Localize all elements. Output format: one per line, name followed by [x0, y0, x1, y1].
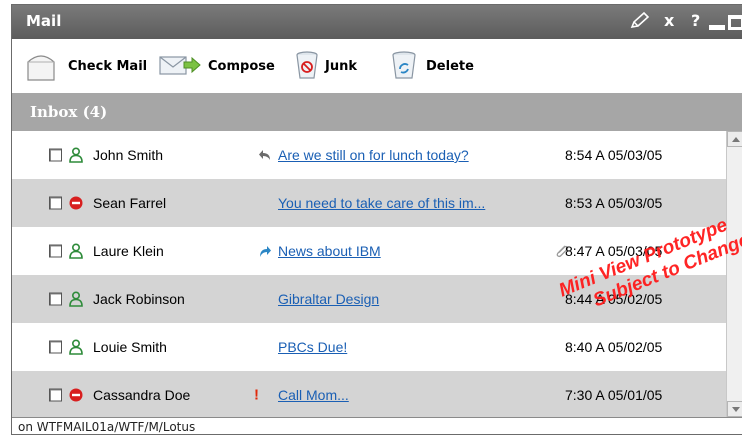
received-time: 8:54 A 05/03/05	[565, 147, 663, 163]
select-checkbox[interactable]	[49, 340, 62, 354]
vertical-scrollbar[interactable]	[726, 131, 742, 417]
select-checkbox[interactable]	[49, 388, 62, 402]
message-row[interactable]: Laure Klein News about IBM 8:47 A 05/03/…	[12, 227, 726, 275]
message-list: John Smith Are we still on for lunch tod…	[12, 131, 726, 417]
help-icon[interactable]: ?	[691, 11, 700, 31]
mailbox-icon	[26, 48, 56, 85]
maximize-icon[interactable]	[728, 15, 742, 30]
sender-name: Louie Smith	[93, 339, 167, 355]
junk-button[interactable]: Junk	[295, 39, 357, 93]
junk-label: Junk	[325, 58, 357, 74]
minimize-icon[interactable]	[709, 25, 725, 30]
delete-button[interactable]: Delete	[390, 39, 474, 93]
delete-label: Delete	[426, 58, 474, 74]
select-checkbox[interactable]	[49, 292, 62, 306]
received-time: 8:47 A 05/03/05	[565, 243, 663, 259]
message-row[interactable]: Sean Farrel You need to take care of thi…	[12, 179, 726, 227]
message-row[interactable]: Jack Robinson Gibraltar Design 8:44 A 05…	[12, 275, 726, 323]
select-checkbox[interactable]	[49, 148, 62, 162]
message-subject-link[interactable]: Are we still on for lunch today?	[278, 147, 469, 163]
received-time: 8:44 A 05/02/05	[565, 291, 663, 307]
received-time: 8:53 A 05/03/05	[565, 195, 663, 211]
person-online-icon	[68, 339, 84, 355]
do-not-disturb-icon	[68, 195, 84, 211]
sender-name: Sean Farrel	[93, 195, 167, 211]
toolbar: Check Mail Compose Junk Delete	[12, 39, 742, 93]
message-row[interactable]: Cassandra Doe ! Call Mom... 7:30 A 05/01…	[12, 371, 726, 417]
check-mail-button[interactable]: Check Mail	[26, 39, 147, 93]
do-not-disturb-icon	[68, 387, 84, 403]
status-bar: on WTFMAIL01a/WTF/M/Lotus	[12, 417, 742, 434]
compose-button[interactable]: Compose	[158, 39, 275, 93]
received-time: 7:30 A 05/01/05	[565, 387, 663, 403]
message-subject-link[interactable]: News about IBM	[278, 243, 381, 259]
select-checkbox[interactable]	[49, 244, 62, 258]
compose-label: Compose	[208, 58, 275, 74]
check-mail-label: Check Mail	[68, 58, 148, 74]
sender-name: Laure Klein	[93, 243, 164, 259]
select-checkbox[interactable]	[49, 196, 62, 210]
recycle-bin-icon	[390, 50, 420, 83]
sender-name: Jack Robinson	[93, 291, 185, 307]
forward-arrow-icon	[258, 244, 272, 258]
received-time: 8:40 A 05/02/05	[565, 339, 663, 355]
edit-pencil-icon[interactable]	[629, 11, 651, 31]
person-online-icon	[68, 147, 84, 163]
message-subject-link[interactable]: Gibraltar Design	[278, 291, 379, 307]
sender-name: John Smith	[93, 147, 164, 163]
scroll-up-icon[interactable]	[727, 131, 742, 147]
person-online-icon	[68, 291, 84, 307]
scroll-down-icon[interactable]	[727, 401, 742, 417]
message-row[interactable]: John Smith Are we still on for lunch tod…	[12, 131, 726, 179]
mail-window: Mail x ? Check Mail Compose Junk Delete …	[11, 4, 742, 435]
message-subject-link[interactable]: Call Mom...	[278, 387, 349, 403]
person-online-icon	[68, 243, 84, 259]
junk-bin-icon	[295, 50, 319, 83]
reply-arrow-icon	[258, 148, 272, 162]
compose-envelope-icon	[158, 53, 202, 80]
message-subject-link[interactable]: You need to take care of this im...	[278, 195, 485, 211]
message-row[interactable]: Louie Smith PBCs Due! 8:40 A 05/02/05	[12, 323, 726, 371]
sender-name: Cassandra Doe	[93, 387, 191, 403]
inbox-header: Inbox (4)	[12, 93, 742, 131]
window-title: Mail	[26, 12, 62, 30]
close-icon[interactable]: x	[664, 11, 674, 31]
title-bar: Mail x ?	[12, 5, 742, 39]
message-subject-link[interactable]: PBCs Due!	[278, 339, 347, 355]
importance-icon: !	[254, 386, 259, 404]
